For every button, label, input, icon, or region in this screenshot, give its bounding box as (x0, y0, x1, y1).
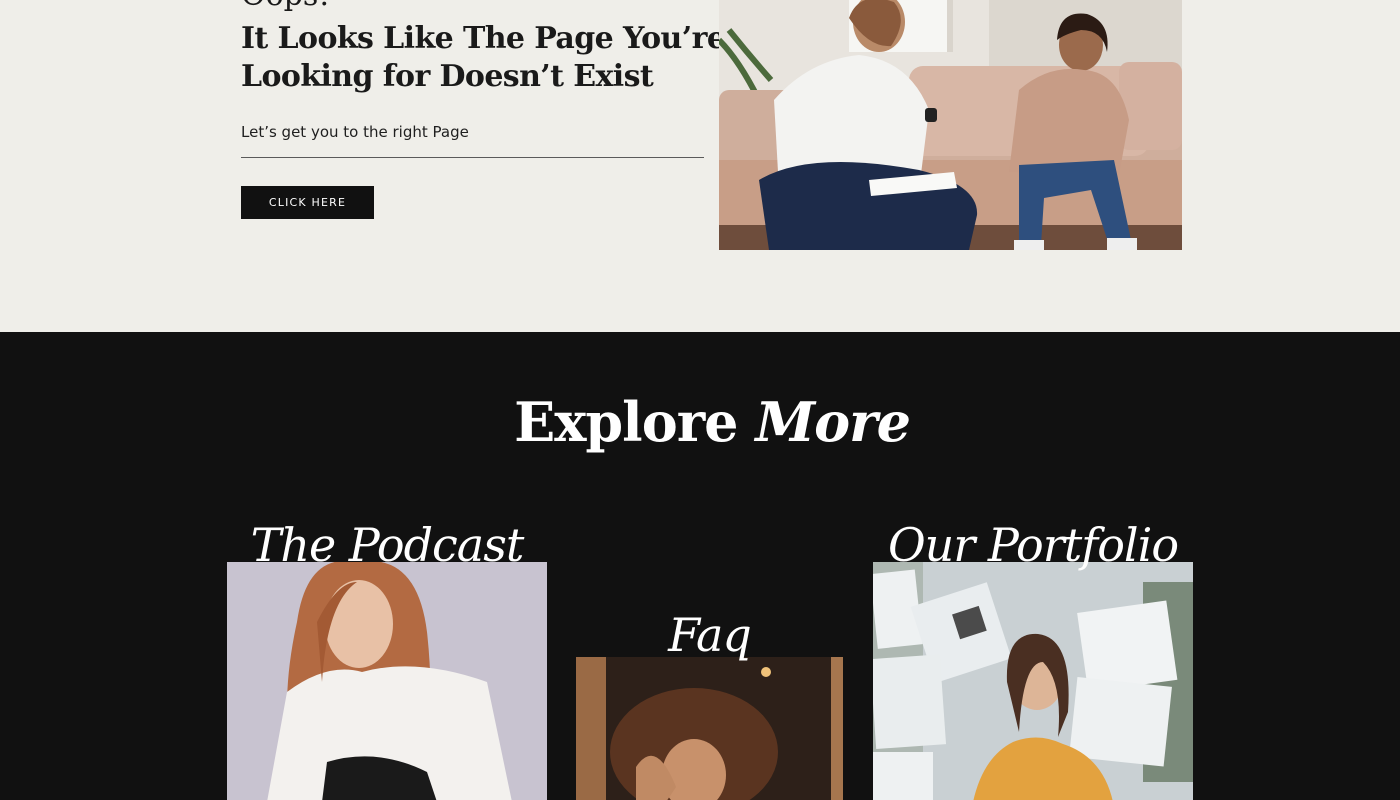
oops-heading: Oops! (241, 0, 330, 14)
not-found-hero: Oops! It Looks Like The Page You’re Look… (0, 0, 1400, 332)
divider-line (241, 157, 704, 158)
explore-title-italic: More (755, 390, 911, 454)
explore-more-heading: Explore More (0, 390, 1400, 454)
portfolio-photo (873, 562, 1193, 800)
headline-line-1: It Looks Like The Page You’re (241, 21, 726, 56)
redirect-subtext: Let’s get you to the right Page (241, 123, 469, 141)
portfolio-card-label[interactable]: Our Portfolio (873, 518, 1193, 572)
faq-card-link[interactable] (576, 657, 843, 800)
headline-line-2: Looking for Doesn’t Exist (241, 59, 654, 94)
faq-photo (576, 657, 843, 800)
podcast-photo (227, 562, 547, 800)
podcast-card-label[interactable]: The Podcast (227, 518, 547, 572)
explore-more-section: Explore More The Podcast Faq Our Portfol… (0, 332, 1400, 800)
podcast-card-link[interactable] (227, 562, 547, 800)
explore-title-plain: Explore (514, 390, 738, 454)
faq-card-label[interactable]: Faq (576, 608, 843, 662)
page-not-found-headline: It Looks Like The Page You’re Looking fo… (241, 20, 726, 96)
click-here-button[interactable]: CLICK HERE (241, 186, 374, 219)
portfolio-card-link[interactable] (873, 562, 1193, 800)
therapy-session-photo (719, 0, 1182, 250)
